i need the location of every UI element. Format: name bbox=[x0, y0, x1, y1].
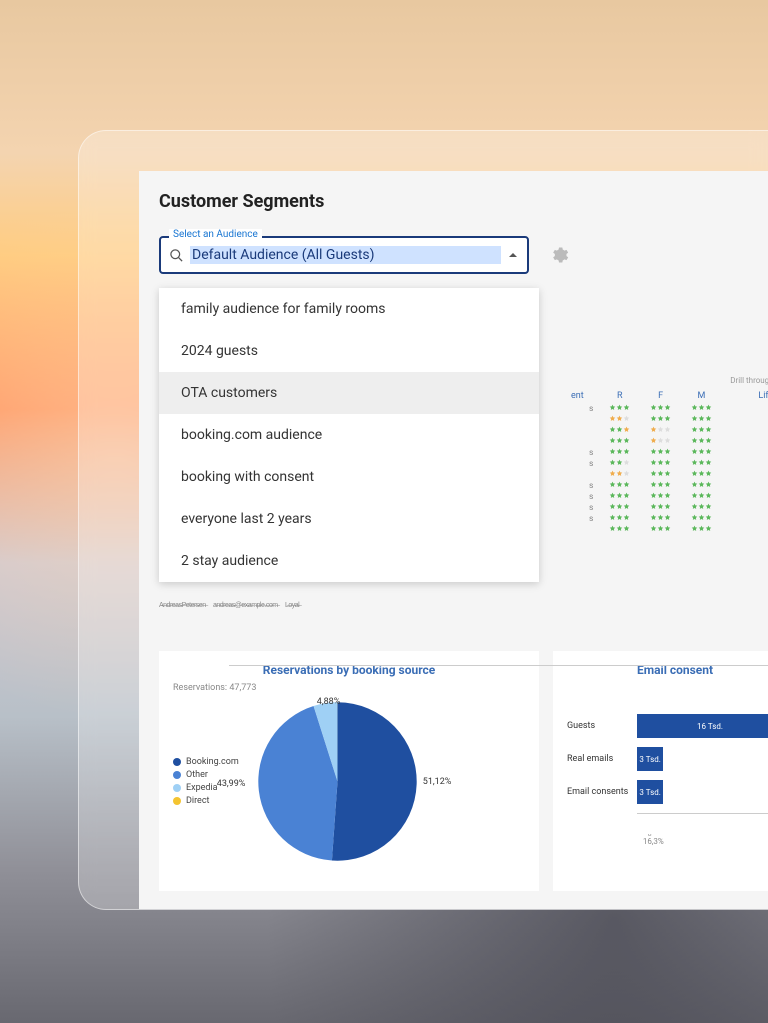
table-row[interactable]: s13.9 bbox=[567, 480, 768, 491]
table-row[interactable]: s13.7 bbox=[567, 491, 768, 502]
legend-item: Direct bbox=[173, 796, 239, 806]
gear-icon[interactable] bbox=[549, 245, 569, 265]
audience-option[interactable]: family audience for family rooms bbox=[159, 288, 539, 330]
search-icon bbox=[169, 248, 184, 263]
table-row[interactable]: s18.0 bbox=[567, 447, 768, 458]
pie-label-expedia: 4,88% bbox=[317, 697, 341, 707]
table-row[interactable]: 14.7 bbox=[567, 469, 768, 480]
audience-select-input[interactable]: Default Audience (All Guests) bbox=[159, 236, 529, 274]
app-window: Customer Segments Select an Audience Def… bbox=[78, 130, 768, 910]
obscured-row: A̶n̶d̶r̶e̶a̶s̶P̶e̶t̶e̶r̶s̶e̶n̶ a̶n̶d̶r̶e… bbox=[159, 601, 557, 609]
page-title: Customer Segments bbox=[159, 191, 768, 212]
table-header[interactable]: F bbox=[640, 389, 681, 403]
email-bar-row: Real emails3 Tsd. bbox=[567, 747, 768, 771]
table-header[interactable]: Lifetime bbox=[722, 389, 768, 403]
app-surface: Customer Segments Select an Audience Def… bbox=[139, 171, 768, 909]
reservations-pie-card: Reservations by booking source Reservati… bbox=[159, 651, 539, 891]
email-bar-row: Email consents3 Tsd. bbox=[567, 780, 768, 804]
email-bar-row: Guests16 Tsd. bbox=[567, 714, 768, 738]
audience-option[interactable]: booking with consent bbox=[159, 456, 539, 498]
table-row[interactable]: 12.3 bbox=[567, 524, 768, 535]
drill-hint: Drill through to a bbox=[567, 376, 768, 385]
audience-option[interactable]: booking.com audience bbox=[159, 414, 539, 456]
chevron-up-icon bbox=[507, 249, 519, 261]
table-header[interactable]: M bbox=[681, 389, 722, 403]
pie-subtitle: Reservations: 47,773 bbox=[173, 683, 525, 693]
table-header[interactable]: ent bbox=[567, 389, 599, 403]
legend-item: Booking.com bbox=[173, 757, 239, 767]
pie-label-other: 43,99% bbox=[217, 779, 246, 789]
table-row[interactable]: s164.7 bbox=[567, 403, 768, 414]
audience-option[interactable]: everyone last 2 years bbox=[159, 498, 539, 540]
table-row[interactable]: 25.4 bbox=[567, 414, 768, 425]
table-row[interactable]: s12.8 bbox=[567, 502, 768, 513]
email-footer-pct: 16,3% bbox=[643, 837, 768, 846]
audience-option[interactable]: 2024 guests bbox=[159, 330, 539, 372]
audience-select[interactable]: Select an Audience Default Audience (All… bbox=[159, 236, 529, 274]
audience-select-label: Select an Audience bbox=[169, 229, 262, 240]
audience-dropdown: family audience for family rooms2024 gue… bbox=[159, 288, 539, 582]
audience-select-value: Default Audience (All Guests) bbox=[190, 246, 501, 264]
pie-label-booking: 51,12% bbox=[423, 777, 452, 787]
email-consent-card: Email consent 100% Guests16 Tsd.Real ema… bbox=[553, 651, 768, 891]
segments-table: Drill through to a entRFMLifetime s164.7… bbox=[567, 376, 768, 535]
table-row[interactable]: 19.4 bbox=[567, 425, 768, 436]
audience-option[interactable]: OTA customers bbox=[159, 372, 539, 414]
table-row[interactable]: s12.7 bbox=[567, 513, 768, 524]
email-axis-top: 100% bbox=[637, 687, 768, 705]
pie-chart: 4,88% 51,12% 43,99% bbox=[255, 699, 420, 864]
table-row[interactable]: s15.0 bbox=[567, 458, 768, 469]
audience-option[interactable]: 2 stay audience bbox=[159, 540, 539, 582]
table-header[interactable]: R bbox=[599, 389, 640, 403]
page-header: Customer Segments bbox=[139, 171, 768, 222]
table-row[interactable]: 18.5 bbox=[567, 436, 768, 447]
email-axis-bottom: ⎵ 16,3% bbox=[637, 813, 768, 846]
